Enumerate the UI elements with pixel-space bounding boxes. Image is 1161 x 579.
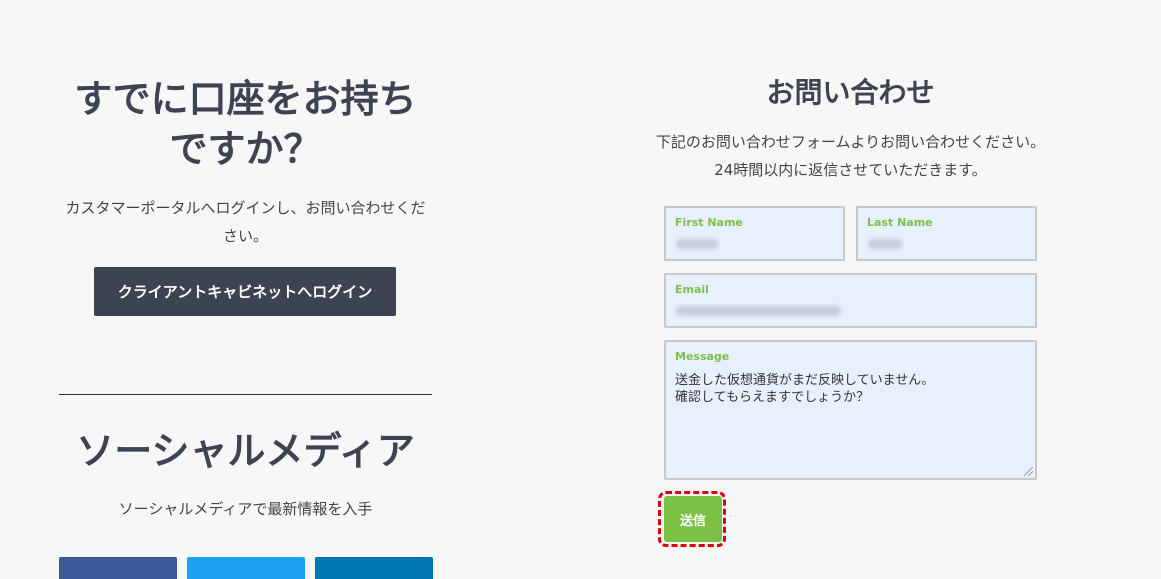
section-divider (59, 394, 432, 395)
email-label: Email (675, 283, 709, 296)
last-name-redacted-value (868, 239, 902, 249)
last-name-field[interactable]: Last Name (856, 206, 1037, 261)
contact-heading: お問い合わせ (766, 76, 935, 109)
twitter-button[interactable] (187, 557, 305, 579)
first-name-redacted-value (676, 239, 718, 249)
social-description: ソーシャルメディアで最新情報を入手 (118, 500, 373, 518)
linkedin-button[interactable] (315, 557, 433, 579)
account-description: カスタマーポータルへログインし、お問い合わせください。 (65, 199, 426, 245)
submit-button[interactable]: 送信 (664, 496, 722, 542)
social-heading: ソーシャルメディア (76, 429, 415, 473)
first-name-field[interactable]: First Name (664, 206, 845, 261)
message-label: Message (675, 350, 730, 363)
message-text: 送金した仮想通貨がまだ反映していません。 確認してもらえますでしょうか？ (675, 373, 935, 405)
email-field[interactable]: Email (664, 273, 1037, 328)
last-name-label: Last Name (867, 216, 933, 229)
facebook-button[interactable] (59, 557, 177, 579)
email-redacted-value (676, 306, 841, 316)
resize-handle-icon[interactable] (1024, 467, 1033, 476)
client-cabinet-login-button[interactable]: クライアントキャビネットへログイン (94, 267, 396, 316)
contact-description: 下記のお問い合わせフォームよりお問い合わせください。24時間以内に返信させていた… (655, 133, 1046, 179)
account-heading: すでに口座をお持ちですか？ (74, 77, 417, 171)
message-field[interactable]: Message 送金した仮想通貨がまだ反映していません。 確認してもらえますでし… (664, 340, 1037, 480)
page: すでに口座をお持ちですか？ カスタマーポータルへログインし、お問い合わせください… (0, 0, 1161, 579)
first-name-label: First Name (675, 216, 743, 229)
